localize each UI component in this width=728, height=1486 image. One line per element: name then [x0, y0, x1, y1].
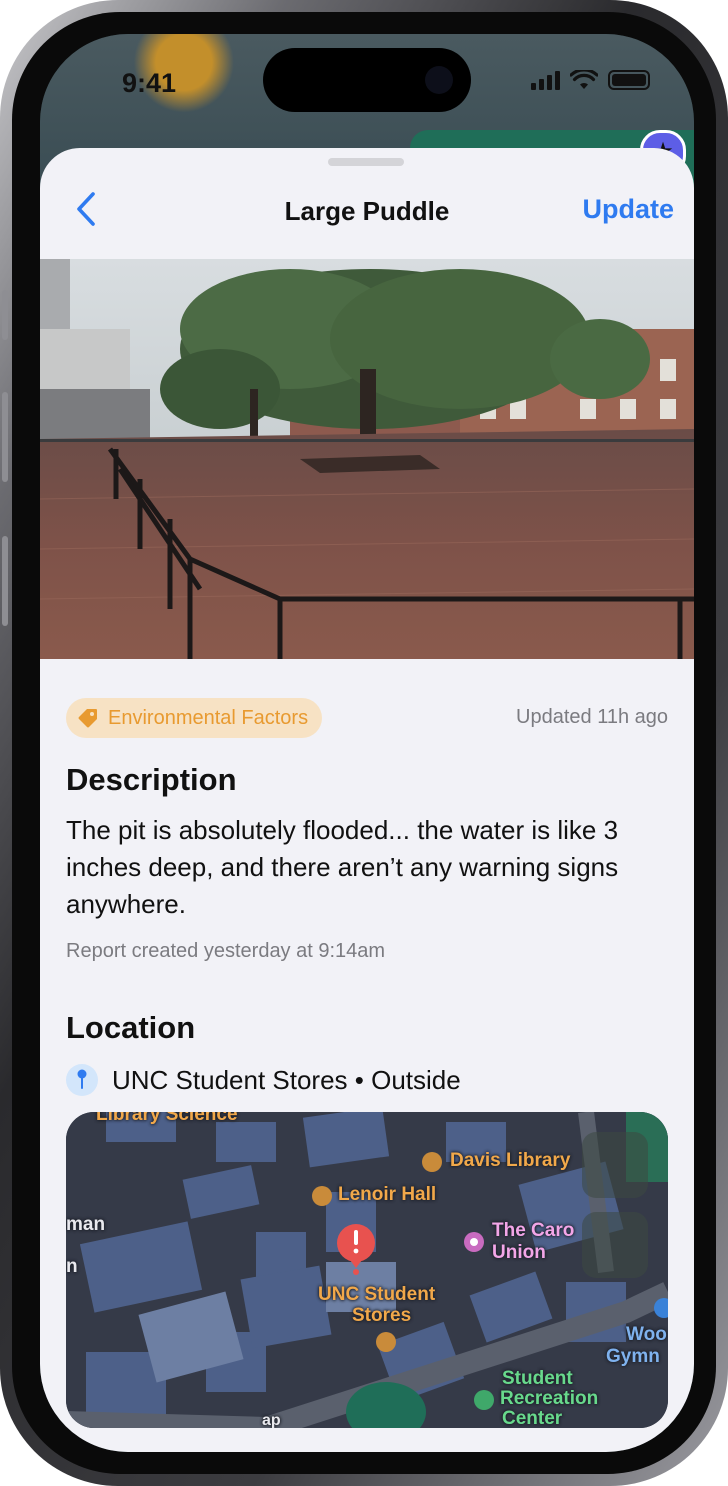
cellular-signal-icon — [531, 70, 560, 90]
map-base — [66, 1112, 668, 1428]
map-label-student-stores: UNC Student — [318, 1284, 436, 1305]
location-heading: Location — [66, 1010, 196, 1045]
battery-icon — [608, 70, 650, 90]
description-heading: Description — [66, 762, 237, 797]
nav-bar: Large Puddle Update — [40, 148, 694, 260]
flooded-plaza-image — [40, 259, 694, 659]
map-label-davis-library: Davis Library — [450, 1150, 571, 1171]
map-label-carolina-union-2: Union — [492, 1242, 546, 1263]
map-label-src-2: Recreation — [500, 1388, 599, 1409]
map-label-woollen-gym-2: Gymn — [606, 1346, 660, 1367]
dynamic-island — [263, 48, 471, 112]
tag-icon — [78, 709, 97, 728]
updated-timestamp: Updated 11h ago — [516, 706, 668, 728]
action-button — [2, 290, 8, 340]
volume-down-button — [2, 536, 8, 626]
map-label-lenoir-hall: Lenoir Hall — [338, 1184, 437, 1205]
camera-icon — [425, 66, 453, 94]
wifi-icon — [570, 70, 598, 89]
location-text: UNC Student Stores • Outside — [112, 1064, 461, 1095]
created-timestamp: Report created yesterday at 9:14am — [66, 940, 386, 962]
map-label-src-3: Center — [502, 1408, 563, 1428]
category-label: Environmental Factors — [108, 706, 309, 729]
map-label-man: man — [66, 1214, 106, 1235]
location-pin-icon — [66, 1064, 98, 1096]
screen: ★ 9:41 Larg — [40, 34, 694, 1452]
map-label-carolina-union: The Caro — [492, 1220, 575, 1241]
status-time: 9:41 — [122, 68, 177, 98]
map-globe-button[interactable] — [582, 1132, 648, 1198]
map-label-woollen-gym: Woo — [626, 1324, 667, 1345]
phone-frame: ★ 9:41 Larg — [0, 0, 728, 1486]
map-location-button[interactable] — [582, 1212, 648, 1278]
map-label-student-stores-2: Stores — [352, 1305, 412, 1326]
location-row: UNC Student Stores • Outside — [66, 1064, 461, 1096]
report-sheet: Large Puddle Update Environmental Factor… — [40, 148, 694, 1452]
volume-up-button — [2, 392, 8, 482]
status-icons — [531, 70, 650, 90]
category-badge: Environmental Factors — [66, 698, 323, 738]
map-label-src: Student — [502, 1368, 573, 1389]
map-label-library-science: Library Science — [96, 1112, 238, 1125]
update-button[interactable]: Update — [582, 194, 674, 225]
description-text: The pit is absolutely flooded... the wat… — [66, 815, 619, 919]
location-map[interactable]: Library Science Davis Library Lenoir Hal… — [66, 1112, 668, 1428]
map-label-n: n — [66, 1256, 78, 1277]
map-label-road: ap — [262, 1412, 281, 1428]
status-bar: 9:41 — [40, 34, 694, 124]
report-photo[interactable] — [40, 259, 694, 659]
